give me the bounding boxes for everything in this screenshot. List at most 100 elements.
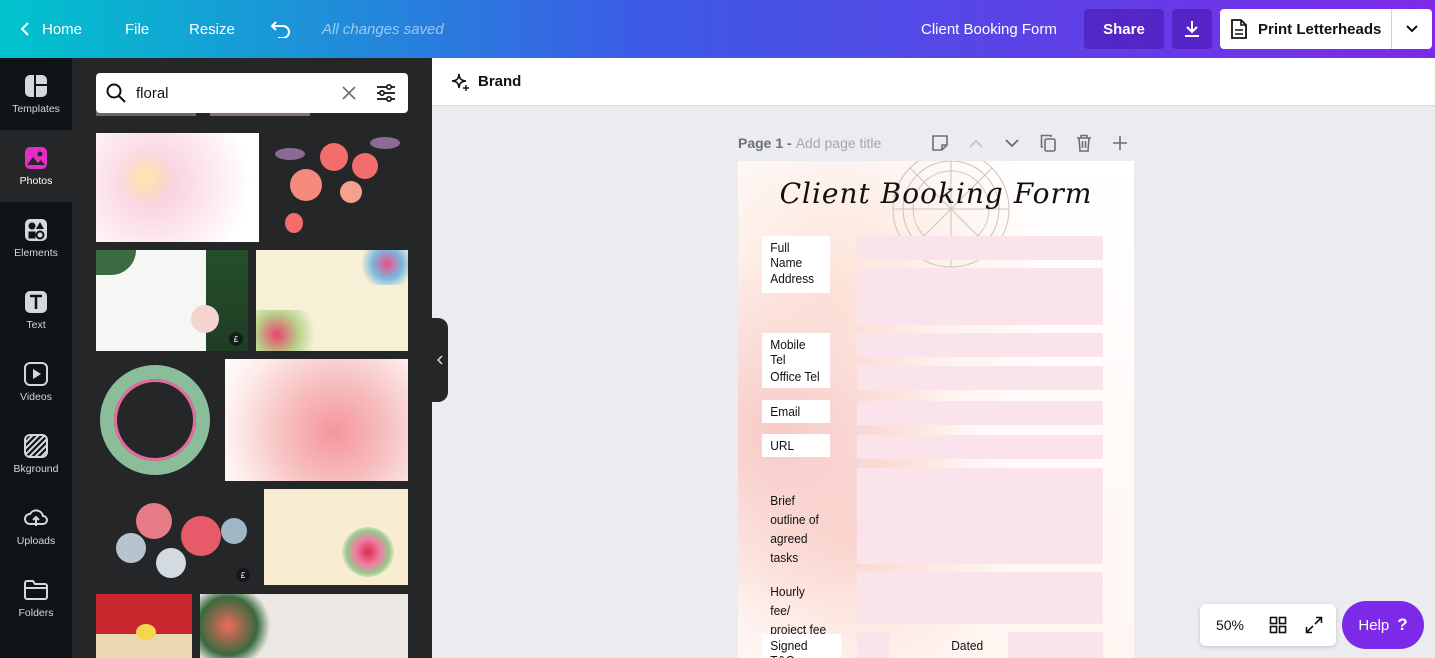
zoom-controls: 50% bbox=[1200, 604, 1336, 646]
uploads-icon bbox=[24, 506, 48, 530]
rail-photos[interactable]: Photos bbox=[0, 130, 72, 202]
copy-icon bbox=[1040, 134, 1056, 152]
print-main-button[interactable]: Print Letterheads bbox=[1220, 9, 1392, 49]
field-email[interactable] bbox=[857, 401, 1103, 425]
chevron-down-icon bbox=[1406, 25, 1418, 33]
label-address[interactable]: Address bbox=[762, 267, 831, 293]
field-address[interactable] bbox=[857, 268, 1103, 325]
print-options-dropdown[interactable] bbox=[1392, 9, 1432, 49]
rail-background[interactable]: Bkground bbox=[0, 418, 72, 490]
fullscreen-button[interactable] bbox=[1296, 616, 1332, 634]
photo-thumbnail[interactable] bbox=[264, 489, 408, 585]
help-button[interactable]: Help ? bbox=[1342, 601, 1424, 649]
photo-thumbnail[interactable] bbox=[96, 594, 192, 658]
search-input[interactable] bbox=[136, 84, 332, 102]
rail-videos[interactable]: Videos bbox=[0, 346, 72, 418]
rail-uploads[interactable]: Uploads bbox=[0, 490, 72, 562]
field-mobile-tel[interactable] bbox=[857, 333, 1103, 357]
design-page[interactable]: Client Booking Form Full Name Address Mo… bbox=[738, 161, 1134, 658]
photo-thumbnail[interactable]: £ bbox=[96, 488, 256, 585]
label-dated[interactable]: Dated bbox=[943, 634, 989, 657]
folders-icon bbox=[24, 578, 48, 602]
label-url[interactable]: URL bbox=[762, 434, 831, 457]
label-office-tel[interactable]: Office Tel bbox=[762, 365, 831, 388]
filter-icon bbox=[377, 84, 395, 102]
field-office-tel[interactable] bbox=[857, 366, 1103, 390]
print-label: Print Letterheads bbox=[1258, 20, 1382, 38]
rail-label: Videos bbox=[20, 390, 52, 403]
filter-button[interactable] bbox=[366, 84, 406, 102]
chevron-up-icon bbox=[969, 139, 983, 148]
trash-icon bbox=[1077, 134, 1091, 152]
delete-page-button[interactable] bbox=[1066, 134, 1102, 152]
rail-text[interactable]: Text bbox=[0, 274, 72, 346]
print-letterheads-button[interactable]: Print Letterheads bbox=[1220, 9, 1432, 49]
background-icon bbox=[24, 433, 48, 458]
photo-thumbnail[interactable] bbox=[256, 250, 408, 351]
download-icon bbox=[1185, 21, 1199, 37]
rail-label: Uploads bbox=[16, 534, 56, 547]
field-url[interactable] bbox=[857, 435, 1103, 459]
rail-label: Bkground bbox=[13, 462, 59, 475]
rail-templates[interactable]: Templates bbox=[0, 58, 72, 130]
rail-elements[interactable]: Elements bbox=[0, 202, 72, 274]
undo-icon bbox=[270, 21, 290, 38]
photo-thumbnail[interactable] bbox=[96, 133, 259, 242]
photo-thumbnail[interactable]: £ bbox=[96, 250, 248, 351]
premium-badge: £ bbox=[229, 332, 243, 346]
add-page-button[interactable] bbox=[1102, 135, 1138, 151]
grid-view-button[interactable] bbox=[1260, 616, 1296, 634]
document-icon bbox=[1231, 19, 1247, 39]
photo-thumbnail[interactable] bbox=[96, 359, 215, 481]
plus-icon bbox=[1113, 136, 1127, 150]
templates-icon bbox=[24, 74, 48, 98]
zoom-level[interactable]: 50% bbox=[1200, 617, 1260, 633]
brand-bar: Brand bbox=[432, 58, 1435, 106]
photos-panel: £ £ bbox=[72, 58, 432, 658]
field-dated[interactable] bbox=[1008, 632, 1103, 658]
resize-menu[interactable]: Resize bbox=[189, 0, 235, 58]
notes-button[interactable] bbox=[922, 134, 958, 152]
search-icon bbox=[96, 83, 136, 103]
share-button[interactable]: Share bbox=[1084, 9, 1164, 49]
collapse-panel-button[interactable] bbox=[432, 318, 448, 402]
label-brief-outline[interactable]: Brief outline of agreed tasks bbox=[762, 487, 830, 571]
photos-icon bbox=[24, 146, 48, 170]
rail-folders[interactable]: Folders bbox=[0, 562, 72, 634]
file-menu[interactable]: File bbox=[125, 0, 149, 58]
photo-thumbnail[interactable] bbox=[225, 359, 408, 481]
left-rail: Templates Photos Elements Text Videos Bk… bbox=[0, 58, 72, 658]
field-signed[interactable] bbox=[857, 632, 889, 658]
label-signed[interactable]: Signed T&Cs bbox=[762, 634, 842, 658]
undo-button[interactable] bbox=[270, 0, 292, 58]
photo-thumbnail[interactable] bbox=[200, 594, 408, 658]
move-page-up-button[interactable] bbox=[958, 139, 994, 148]
text-icon bbox=[24, 290, 48, 314]
download-button[interactable] bbox=[1172, 9, 1212, 49]
brand-label: Brand bbox=[478, 73, 522, 90]
note-icon bbox=[932, 135, 948, 151]
field-brief-outline[interactable] bbox=[857, 468, 1103, 564]
move-page-down-button[interactable] bbox=[994, 138, 1030, 148]
clear-search-button[interactable] bbox=[332, 86, 366, 100]
duplicate-page-button[interactable] bbox=[1030, 134, 1066, 152]
rail-label: Templates bbox=[12, 102, 60, 115]
page-title-input[interactable]: Add page title bbox=[796, 135, 882, 151]
videos-icon bbox=[24, 361, 48, 386]
rail-label: Elements bbox=[14, 246, 58, 259]
grid-icon bbox=[1269, 616, 1287, 634]
page-number-label: Page 1 - bbox=[738, 135, 792, 151]
form-title[interactable]: Client Booking Form bbox=[738, 177, 1134, 210]
top-bar: Home File Resize All changes saved Clien… bbox=[0, 0, 1435, 58]
rail-label: Text bbox=[26, 318, 46, 331]
chevron-left-icon bbox=[20, 22, 29, 36]
help-label: Help bbox=[1358, 616, 1390, 634]
field-fee[interactable] bbox=[857, 572, 1103, 624]
home-button[interactable]: Home bbox=[20, 0, 82, 58]
brand-button[interactable]: Brand bbox=[450, 72, 521, 92]
photo-thumbnail[interactable] bbox=[270, 133, 406, 242]
field-full-name[interactable] bbox=[857, 236, 1103, 260]
document-title[interactable]: Client Booking Form bbox=[921, 0, 1057, 58]
sparkle-icon bbox=[451, 73, 469, 91]
label-email[interactable]: Email bbox=[762, 400, 831, 423]
